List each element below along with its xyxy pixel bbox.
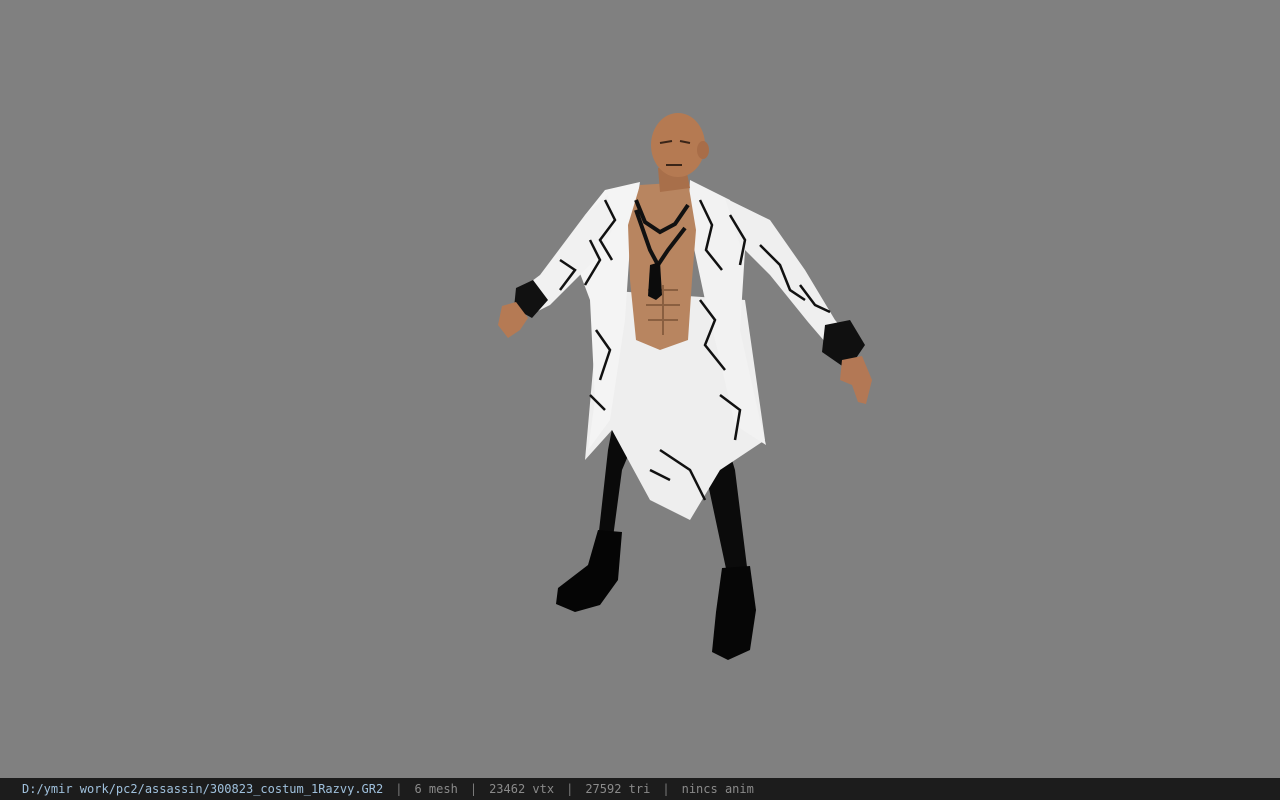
right-hand — [840, 356, 872, 404]
ear — [697, 141, 709, 159]
head — [651, 113, 705, 177]
left-boot — [556, 530, 622, 612]
file-path: D:/ymir work/pc2/assassin/300823_costum_… — [22, 782, 384, 796]
separator: | — [566, 782, 574, 796]
mesh-count: 6 mesh — [414, 782, 458, 796]
separator: | — [395, 782, 403, 796]
separator: | — [662, 782, 670, 796]
animation-status: nincs anim — [681, 782, 754, 796]
triangle-count: 27592 tri — [585, 782, 651, 796]
status-bar: D:/ymir work/pc2/assassin/300823_costum_… — [0, 778, 1280, 800]
separator: | — [469, 782, 478, 796]
3d-viewport[interactable] — [0, 0, 1280, 778]
right-boot — [712, 566, 756, 660]
chain-pendant — [648, 262, 662, 300]
vertex-count: 23462 vtx — [489, 782, 555, 796]
character-model[interactable] — [0, 0, 1280, 778]
